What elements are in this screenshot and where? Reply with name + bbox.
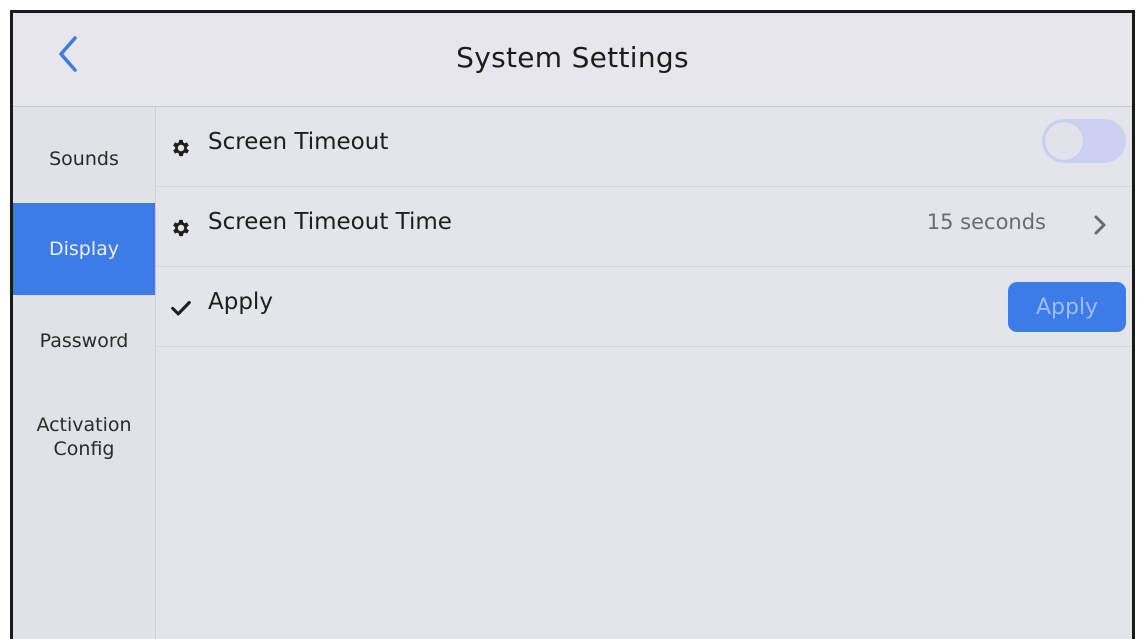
sidebar-item-label: Display bbox=[48, 238, 120, 260]
device-frame: System Settings Sounds Display Password … bbox=[0, 0, 1145, 639]
setting-label: Screen Timeout Time bbox=[208, 209, 452, 235]
sidebar-item-label: Sounds bbox=[49, 148, 119, 170]
settings-panel: Screen Timeout Screen Timeout Time 15 se… bbox=[156, 107, 1132, 639]
screen-timeout-toggle[interactable] bbox=[1042, 119, 1126, 163]
header-bar: System Settings bbox=[13, 13, 1132, 107]
page-title: System Settings bbox=[456, 41, 689, 74]
sidebar-item-label: Activation Config bbox=[36, 414, 132, 460]
setting-row-screen-timeout-time[interactable]: Screen Timeout Time 15 seconds bbox=[156, 187, 1132, 267]
sidebar: Sounds Display Password Activation Confi… bbox=[13, 107, 156, 639]
check-icon bbox=[171, 300, 191, 316]
toggle-knob bbox=[1045, 122, 1083, 160]
setting-row-screen-timeout: Screen Timeout bbox=[156, 107, 1132, 187]
timeout-value: 15 seconds bbox=[926, 210, 1046, 234]
gear-icon bbox=[173, 139, 189, 157]
chevron-right-icon[interactable] bbox=[1090, 211, 1110, 239]
screen: System Settings Sounds Display Password … bbox=[10, 10, 1135, 639]
sidebar-item-activation-config[interactable]: Activation Config bbox=[13, 397, 155, 477]
sidebar-item-display[interactable]: Display bbox=[13, 203, 155, 295]
setting-label: Apply bbox=[208, 289, 273, 315]
sidebar-item-sounds[interactable]: Sounds bbox=[13, 115, 155, 203]
sidebar-item-label: Password bbox=[39, 330, 129, 352]
gear-icon bbox=[173, 219, 189, 237]
setting-label: Screen Timeout bbox=[208, 129, 389, 155]
setting-row-apply: Apply Apply bbox=[156, 267, 1132, 347]
apply-button[interactable]: Apply bbox=[1008, 282, 1126, 332]
sidebar-item-password[interactable]: Password bbox=[13, 295, 155, 387]
